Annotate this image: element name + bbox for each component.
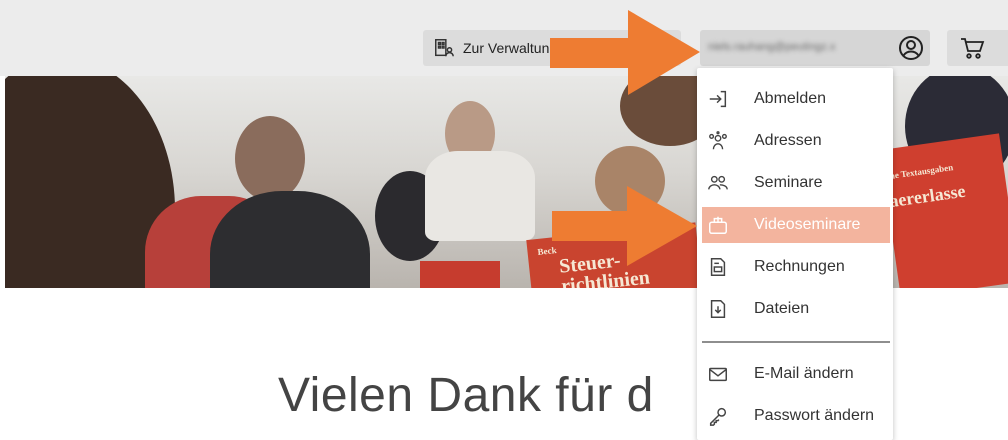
admin-button-label: Zur Verwaltung	[463, 40, 558, 56]
menu-item-rechnungen[interactable]: Rechnungen	[702, 249, 890, 285]
user-dropdown-menu: Abmelden Adressen Seminare Videoseminare…	[697, 68, 893, 440]
menu-divider	[702, 341, 890, 343]
menu-item-label: Adressen	[754, 132, 822, 149]
book-small	[420, 261, 500, 288]
menu-item-dateien[interactable]: Dateien	[702, 291, 890, 327]
menu-item-videoseminare[interactable]: Videoseminare	[702, 207, 890, 243]
menu-item-seminare[interactable]: Seminare	[702, 165, 890, 201]
menu-item-adressen[interactable]: Adressen	[702, 123, 890, 159]
account-menu-button[interactable]: niels.rauhang@peutingz.x	[700, 30, 930, 66]
cart-icon	[961, 38, 985, 59]
user-circle-icon	[899, 36, 923, 60]
top-bar: Zur Verwaltung niels.rauhang@peutingz.x	[0, 0, 1008, 76]
seminars-icon	[706, 171, 730, 195]
video-seminars-icon	[706, 213, 730, 237]
addresses-icon	[706, 129, 730, 153]
annotation-arrow-middle	[552, 186, 697, 266]
files-icon	[706, 297, 730, 321]
annotation-arrow-top	[550, 10, 700, 95]
book-erlasse: he Textausgaben aererlasse	[880, 133, 1008, 288]
book2-label-small: he Textausgaben	[889, 162, 954, 181]
menu-item-label: E-Mail ändern	[754, 365, 854, 382]
menu-item-label: Rechnungen	[754, 258, 845, 275]
person-jacket-shape	[210, 191, 370, 288]
speaker-shirt-shape	[425, 151, 535, 241]
menu-item-label: Abmelden	[754, 90, 827, 107]
menu-item-label: Videoseminare	[754, 216, 861, 233]
building-user-icon	[435, 39, 454, 57]
menu-item-email-aendern[interactable]: E-Mail ändern	[702, 356, 890, 392]
email-icon	[706, 362, 730, 386]
book2-title: aererlasse	[887, 180, 967, 212]
menu-item-label: Seminare	[754, 174, 823, 191]
page-heading: Vielen Dank für d	[278, 369, 654, 422]
person-head-shape	[235, 116, 305, 201]
menu-item-label: Dateien	[754, 300, 810, 317]
menu-item-passwort-aendern[interactable]: Passwort ändern	[702, 398, 890, 434]
menu-item-abmelden[interactable]: Abmelden	[702, 81, 890, 117]
key-icon	[706, 404, 730, 428]
account-email: niels.rauhang@peutingz.x	[708, 41, 836, 53]
cart-button[interactable]	[947, 30, 1008, 66]
logout-icon	[706, 87, 730, 111]
invoices-icon	[706, 255, 730, 279]
menu-item-label: Passwort ändern	[754, 407, 875, 424]
